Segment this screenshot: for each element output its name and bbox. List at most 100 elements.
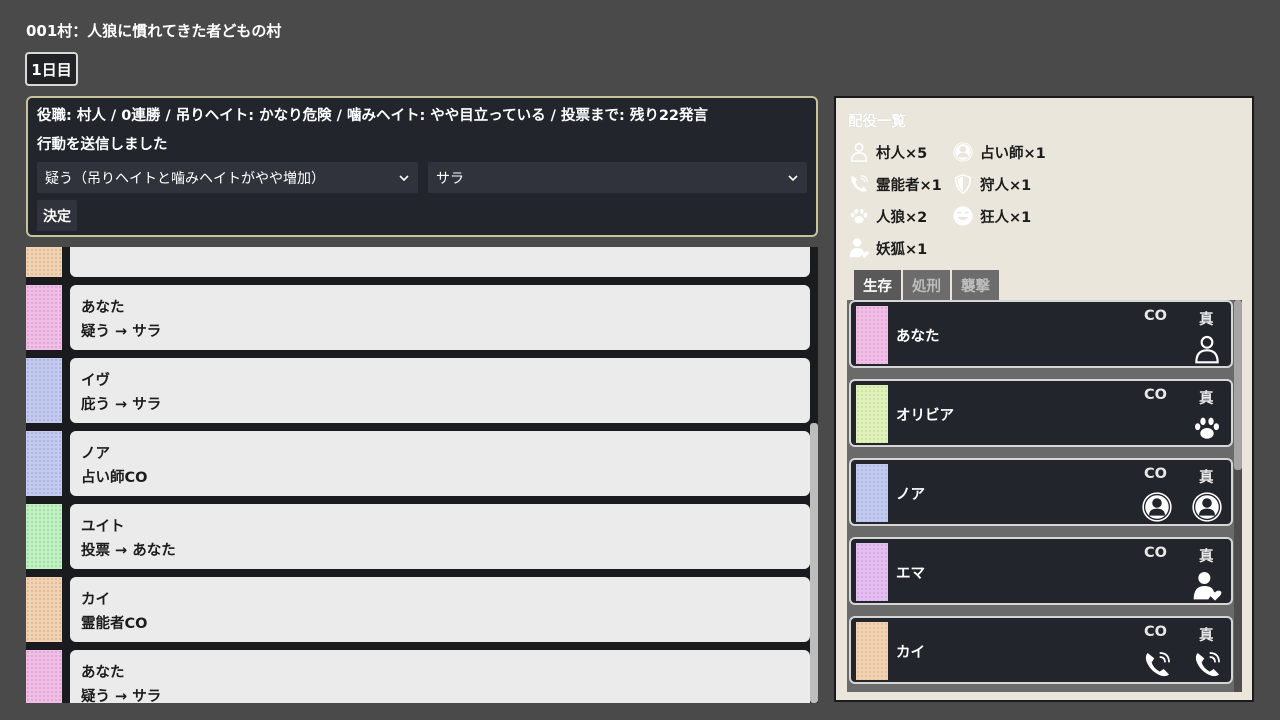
chat-log-list: 疑う → サラあなた疑う → サライヴ庇う → サラノア占い師COユイト投票 →… (26, 247, 810, 703)
seer-icon[interactable] (1141, 491, 1173, 523)
decide-button[interactable]: 決定 (37, 200, 77, 231)
day-badge[interactable]: 1日目 (25, 52, 78, 86)
avatar-swatch (26, 358, 62, 423)
avatar-swatch (26, 247, 62, 277)
avatar-swatch (26, 431, 62, 496)
co-label: CO (1144, 624, 1167, 640)
log-item: カイ霊能者CO (26, 577, 810, 642)
role-werewolf: 人狼×2 (848, 205, 927, 227)
villager-icon[interactable] (1191, 333, 1223, 365)
roles-title: 配役一覧 (848, 114, 906, 130)
villager-icon (850, 143, 868, 162)
avatar-swatch (26, 577, 62, 642)
role-medium: 霊能者×1 (848, 173, 942, 195)
log-text: 疑う → サラ (81, 689, 162, 703)
log-speaker: あなた (81, 300, 125, 316)
player-card[interactable]: あなた CO 真 (849, 300, 1233, 368)
avatar-swatch (856, 464, 888, 522)
role-madman: 狂人×1 (952, 205, 1031, 227)
true-role-label: 真 (1199, 628, 1214, 644)
tab-attacked[interactable]: 襲撃 (952, 270, 999, 300)
medium-icon (851, 175, 868, 192)
avatar-swatch (856, 385, 888, 443)
log-bubble: カイ霊能者CO (70, 577, 810, 642)
hunter-shield-icon (954, 174, 972, 195)
werewolf-paw-icon[interactable] (1191, 412, 1223, 444)
target-select[interactable]: サラ (428, 162, 807, 193)
true-role-label: 真 (1199, 470, 1214, 486)
avatar-swatch (856, 306, 888, 364)
chevron-down-icon (788, 174, 798, 181)
log-bubble: イヴ庇う → サラ (70, 358, 810, 423)
log-text: 疑う → サラ (81, 324, 162, 340)
select-row: 疑う（吊りヘイトと噛みヘイトがやや増加） サラ (37, 162, 807, 193)
action-select-value: 疑う（吊りヘイトと噛みヘイトがやや増加） (45, 170, 325, 187)
co-label: CO (1144, 545, 1167, 561)
medium-icon[interactable] (1141, 649, 1173, 681)
action-panel: 役職: 村人 / 0連勝 / 吊りヘイト: かなり危険 / 噛みヘイト: やや目… (26, 96, 818, 237)
log-bubble: ノア占い師CO (70, 431, 810, 496)
chevron-down-icon (399, 174, 409, 181)
log-speaker: ノア (81, 446, 110, 462)
madman-icon (953, 206, 973, 226)
role-seer: 占い師×1 (952, 141, 1046, 163)
log-item: あなた疑う → サラ (26, 650, 810, 703)
log-text: 占い師CO (81, 470, 148, 486)
log-text: 投票 → あなた (81, 543, 176, 559)
role-villager: 村人×5 (848, 141, 927, 163)
status-line: 役職: 村人 / 0連勝 / 吊りヘイト: かなり危険 / 噛みヘイト: やや目… (37, 108, 708, 124)
target-select-value: サラ (436, 170, 464, 187)
player-name: ノア (896, 487, 925, 503)
werewolf-paw-icon (850, 208, 868, 224)
player-card[interactable]: ノア CO 真 (849, 458, 1233, 526)
player-list-scrollbar[interactable] (1234, 300, 1242, 470)
chat-log-scrollbar[interactable] (810, 423, 818, 703)
player-card[interactable]: エマ CO 真 (849, 537, 1233, 605)
log-item: あなた疑う → サラ (26, 285, 810, 350)
medium-icon[interactable] (1191, 649, 1223, 681)
fox-icon (849, 238, 869, 259)
player-list[interactable]: あなた CO 真オリビア CO 真ノア CO 真エマ CO 真カイ CO 真 (847, 300, 1242, 692)
log-item: ユイト投票 → あなた (26, 504, 810, 569)
player-name: あなた (896, 329, 940, 345)
log-speaker: イヴ (81, 373, 110, 389)
player-card[interactable]: カイ CO 真 (849, 616, 1233, 684)
seer-icon[interactable] (1191, 491, 1223, 523)
co-label: CO (1144, 466, 1167, 482)
village-title: 001村：人狼に慣れてきた者どもの村 (26, 22, 282, 40)
log-speaker: ユイト (81, 519, 125, 535)
action-select[interactable]: 疑う（吊りヘイトと噛みヘイトがやや増加） (37, 162, 418, 193)
avatar-swatch (26, 650, 62, 703)
player-tabs: 生存 処刑 襲撃 (854, 270, 999, 300)
log-text: 庇う → サラ (81, 397, 162, 413)
fox-icon[interactable] (1191, 570, 1223, 602)
log-bubble: あなた疑う → サラ (70, 650, 810, 703)
player-name: カイ (896, 645, 925, 661)
player-name: オリビア (896, 408, 954, 424)
log-item: ノア占い師CO (26, 431, 810, 496)
role-hunter: 狩人×1 (952, 173, 1031, 195)
co-label: CO (1144, 308, 1167, 324)
true-role-label: 真 (1199, 391, 1214, 407)
log-bubble: あなた疑う → サラ (70, 285, 810, 350)
log-bubble: ユイト投票 → あなた (70, 504, 810, 569)
log-text: 霊能者CO (81, 616, 148, 632)
avatar-swatch (26, 285, 62, 350)
avatar-swatch (26, 504, 62, 569)
chat-log[interactable]: 疑う → サラあなた疑う → サライヴ庇う → サラノア占い師COユイト投票 →… (26, 247, 818, 703)
log-bubble: 疑う → サラ (70, 247, 810, 277)
sent-message: 行動を送信しました (37, 137, 168, 153)
tab-executed[interactable]: 処刑 (903, 270, 950, 300)
tab-alive[interactable]: 生存 (854, 270, 901, 300)
true-role-label: 真 (1199, 312, 1214, 328)
log-item: 疑う → サラ (26, 247, 810, 277)
avatar-swatch (856, 543, 888, 601)
log-item: イヴ庇う → サラ (26, 358, 810, 423)
log-speaker: あなた (81, 665, 125, 681)
role-fox: 妖狐×1 (848, 237, 927, 259)
seer-icon (953, 142, 973, 162)
avatar-swatch (856, 622, 888, 680)
player-card[interactable]: オリビア CO 真 (849, 379, 1233, 447)
true-role-label: 真 (1199, 549, 1214, 565)
log-speaker: カイ (81, 592, 110, 608)
